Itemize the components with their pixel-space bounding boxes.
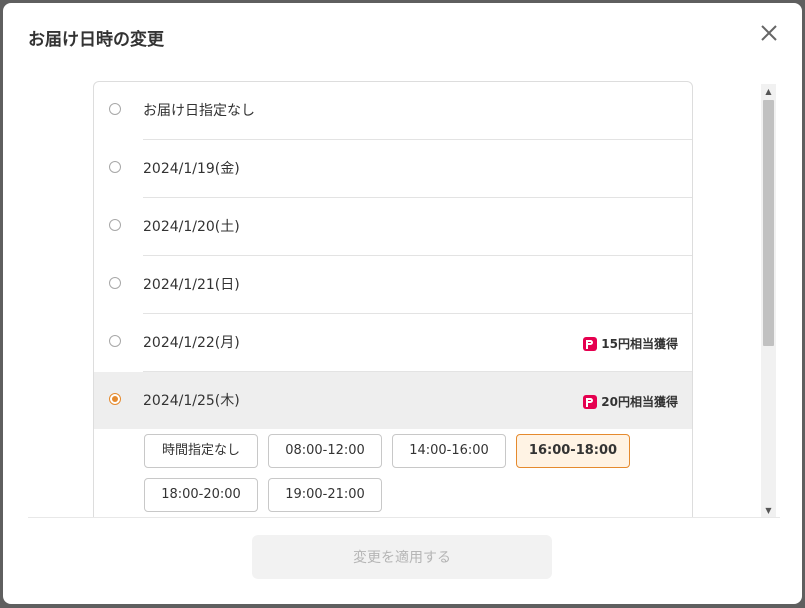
footer-divider: [28, 517, 780, 518]
date-label: 2024/1/21(日): [143, 277, 240, 293]
apply-changes-button[interactable]: 変更を適用する: [252, 535, 552, 579]
date-label: 2024/1/25(木): [143, 393, 240, 409]
date-list: お届け日指定なし 2024/1/19(金) 2024/1/20(土) 2024/…: [93, 81, 693, 517]
time-slot-1900[interactable]: 19:00-21:00: [268, 478, 382, 512]
time-slot-1400[interactable]: 14:00-16:00: [392, 434, 506, 468]
paypay-icon: [583, 336, 598, 351]
date-label: 2024/1/19(金): [143, 161, 240, 177]
date-option-0122[interactable]: 2024/1/22(月) 15円相当獲得: [109, 314, 692, 372]
paypay-icon: [583, 394, 598, 409]
delivery-change-modal: お届け日時の変更 お届け日指定なし 2024/1/19(金) 2024/1/20…: [3, 3, 802, 604]
date-option-0125[interactable]: 2024/1/25(木) 20円相当獲得: [94, 372, 692, 429]
time-slot-1600[interactable]: 16:00-18:00: [516, 434, 630, 468]
time-slot-none[interactable]: 時間指定なし: [144, 434, 258, 468]
scrollbar-thumb[interactable]: [763, 100, 774, 346]
modal-title: お届け日時の変更: [28, 30, 164, 50]
date-option-0121[interactable]: 2024/1/21(日): [109, 256, 692, 314]
close-icon[interactable]: [755, 19, 783, 47]
date-label: 2024/1/22(月): [143, 335, 240, 351]
points-text: 20円相当獲得: [601, 395, 678, 409]
date-label: 2024/1/20(土): [143, 219, 240, 235]
radio-button[interactable]: [109, 103, 121, 115]
date-option-0119[interactable]: 2024/1/19(金): [109, 140, 692, 198]
time-slot-1800[interactable]: 18:00-20:00: [144, 478, 258, 512]
radio-button[interactable]: [109, 277, 121, 289]
time-slot-0800[interactable]: 08:00-12:00: [268, 434, 382, 468]
scroll-up-arrow-icon[interactable]: ▲: [761, 84, 776, 99]
points-text: 15円相当獲得: [601, 337, 678, 351]
scrollbar[interactable]: ▲ ▼: [761, 84, 776, 518]
radio-button[interactable]: [109, 161, 121, 173]
radio-button[interactable]: [109, 219, 121, 231]
date-label: お届け日指定なし: [143, 103, 255, 119]
date-scroll-area: お届け日指定なし 2024/1/19(金) 2024/1/20(土) 2024/…: [3, 81, 802, 517]
paypay-points-badge: 15円相当獲得: [583, 335, 678, 352]
date-option-none[interactable]: お届け日指定なし: [109, 82, 692, 140]
radio-button-selected[interactable]: [109, 393, 121, 405]
date-option-0120[interactable]: 2024/1/20(土): [109, 198, 692, 256]
scroll-down-arrow-icon[interactable]: ▼: [761, 503, 776, 518]
paypay-points-badge: 20円相当獲得: [583, 393, 678, 410]
radio-button[interactable]: [109, 335, 121, 347]
